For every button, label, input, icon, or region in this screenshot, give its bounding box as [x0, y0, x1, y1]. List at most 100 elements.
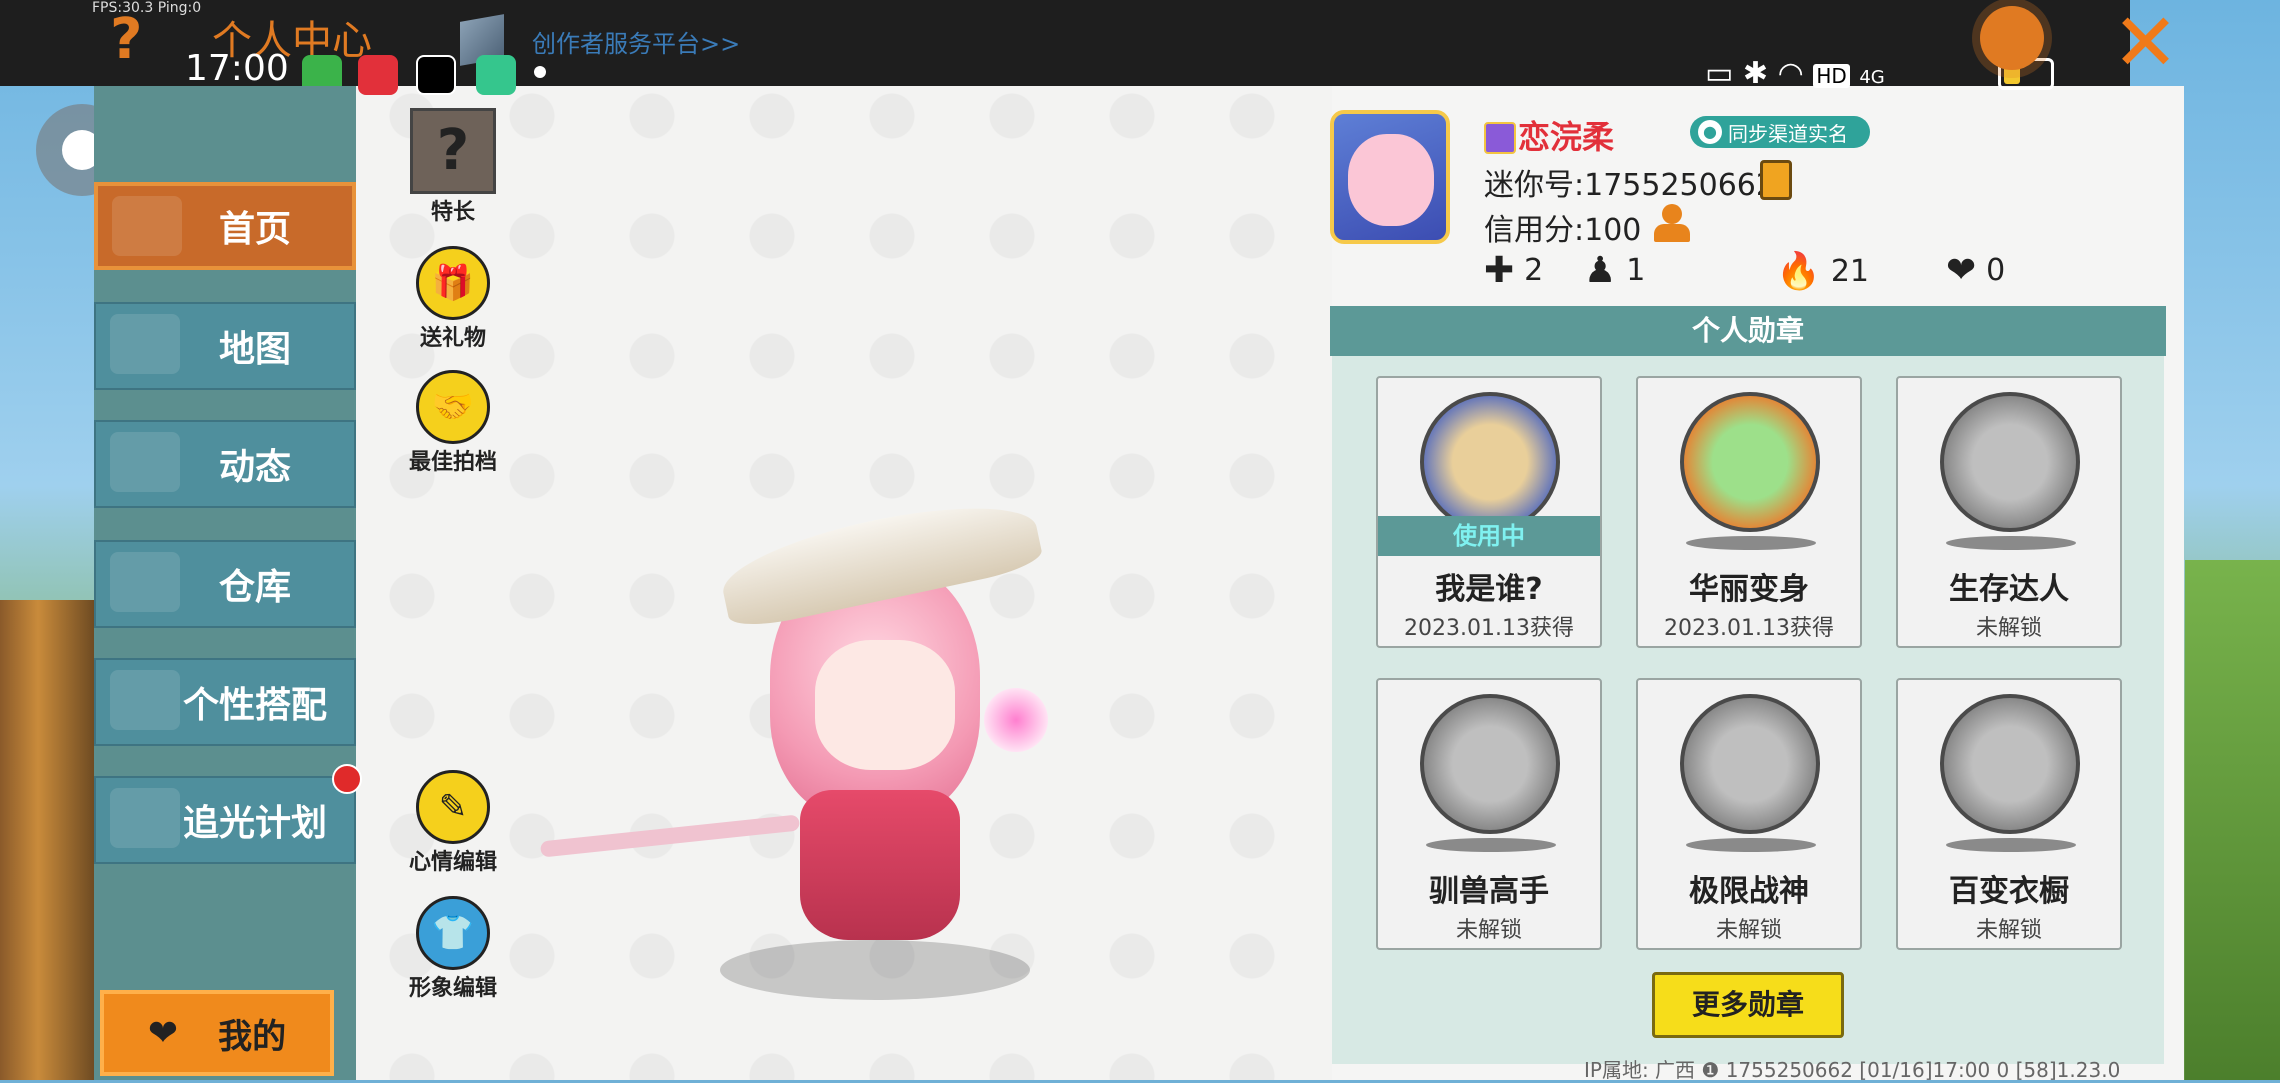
likes-count: 0 [1986, 253, 2006, 288]
sidebar-item-light-plan[interactable]: 追光计划 [94, 776, 356, 864]
medal-card[interactable]: 极限战神 未解锁 [1636, 678, 1862, 950]
sidebar-item-feed[interactable]: 动态 [94, 420, 356, 508]
boss-medal-icon [1680, 694, 1820, 834]
medal-name: 百变衣橱 [1949, 874, 2069, 909]
medal-card[interactable]: 驯兽高手 未解锁 [1376, 678, 1602, 950]
sidebar-item-outfit[interactable]: 个性搭配 [94, 658, 356, 746]
app-notification-icon [476, 55, 516, 95]
heart-icon: ❤ [147, 1012, 179, 1054]
sidebar-item-label: 追光计划 [182, 803, 327, 844]
sidebar-item-label: 仓库 [218, 567, 291, 608]
fans-count: 1 [1626, 253, 1646, 288]
medal-status: 未解锁 [1975, 616, 2042, 641]
medal-shadow [1946, 536, 2076, 550]
sync-real-name-button[interactable]: ● 同步渠道实名 [1690, 116, 1870, 148]
status-time: 17:00 [185, 48, 289, 89]
wardrobe-medal-icon [1940, 694, 2080, 834]
person-icon: ● [1698, 120, 1722, 144]
dinosaur-medal-icon [1680, 392, 1820, 532]
specialty-label: 特长 [430, 200, 475, 225]
screen-cast-icon: ▭ [1705, 56, 1734, 91]
sidebar-item-label: 动态 [218, 447, 291, 488]
medal-name: 华丽变身 [1689, 572, 1809, 607]
medal-status: 未解锁 [1715, 918, 1782, 943]
mine-button[interactable]: ❤ 我的 [100, 990, 334, 1076]
notification-badge [332, 764, 362, 794]
mood-edit-button[interactable]: ✎ 心情编辑 [388, 770, 518, 876]
friends-stat[interactable]: ✚ 2 [1484, 250, 1543, 291]
app-notification-icon [358, 55, 398, 95]
add-friend-icon: ✚ [1484, 250, 1515, 291]
background-grass-right [2185, 560, 2280, 1080]
sidebar-item-storage[interactable]: 仓库 [94, 540, 356, 628]
creator-platform-link[interactable]: 创作者服务平台>> [532, 24, 740, 59]
help-icon[interactable]: ? [110, 10, 158, 70]
character-face [815, 640, 955, 770]
specialty-button[interactable]: ? 特长 [388, 108, 518, 226]
footer-info: IP属地: 广西 ❶ 1755250662 [01/16]17:00 0 [58… [1584, 1058, 2121, 1082]
nickname: 恋浣柔 [1518, 118, 1615, 156]
in-use-badge: 使用中 [1378, 516, 1600, 556]
vip-badge-icon [1484, 122, 1516, 154]
credit-info-icon[interactable] [1652, 204, 1692, 244]
medal-status: 未解锁 [1455, 918, 1522, 943]
mini-id: 迷你号:1755250662 [1484, 168, 1775, 203]
send-gift-button[interactable]: 🎁 送礼物 [388, 246, 518, 352]
fans-icon: ♟ [1584, 250, 1617, 291]
appearance-edit-button[interactable]: 👕 形象编辑 [388, 896, 518, 1002]
best-partner-button[interactable]: 🤝 最佳拍档 [388, 370, 518, 476]
medal-status: 2023.01.13获得 [1404, 616, 1574, 641]
medal-status: 未解锁 [1975, 918, 2042, 943]
fans-stat[interactable]: ♟ 1 [1584, 250, 1645, 291]
medal-card[interactable]: 华丽变身 2023.01.13获得 [1636, 376, 1862, 648]
hearts-icon: ❤ [1946, 250, 1977, 291]
medal-card[interactable]: 使用中 我是谁? 2023.01.13获得 [1376, 376, 1602, 648]
gear-icon[interactable] [1980, 6, 2044, 70]
medal-card[interactable]: 百变衣橱 未解锁 [1896, 678, 2122, 950]
sidebar-item-map[interactable]: 地图 [94, 302, 356, 390]
credit-score: 信用分:100 [1484, 213, 1642, 248]
more-notifications-dot [534, 66, 546, 78]
fire-medal-icon [1940, 392, 2080, 532]
heart-orb-icon [984, 688, 1048, 752]
beast-medal-icon [1420, 694, 1560, 834]
edit-icon: ✎ [416, 770, 490, 844]
character-dress [800, 790, 960, 940]
more-medals-button[interactable]: 更多勋章 [1652, 972, 1844, 1038]
sidebar-item-label: 地图 [218, 329, 291, 370]
medal-shadow [1686, 838, 1816, 852]
likes-stat: ❤ 0 [1946, 250, 2005, 291]
copy-icon[interactable] [1760, 160, 1792, 200]
medal-name: 极限战神 [1689, 874, 1809, 909]
medal-card[interactable]: 生存达人 未解锁 [1896, 376, 2122, 648]
appearance-edit-label: 形象编辑 [408, 976, 497, 1001]
network-type: 4G [1859, 67, 1885, 88]
background-blocks-left [0, 600, 95, 1080]
send-gift-label: 送礼物 [419, 326, 486, 351]
sync-real-name-label: 同步渠道实名 [1728, 121, 1848, 146]
friends-count: 2 [1524, 253, 1544, 288]
mood-edit-label: 心情编辑 [408, 850, 497, 875]
medal-shadow [1686, 536, 1816, 550]
medal-shadow [1946, 838, 2076, 852]
bluetooth-icon: ✱ [1742, 56, 1769, 91]
avatar[interactable] [1330, 110, 1450, 244]
medal-panel-title: 个人勋章 [1330, 306, 2166, 356]
medal-name: 生存达人 [1949, 572, 2069, 607]
sidebar-item-label: 首页 [218, 209, 291, 250]
popularity-count: 21 [1830, 253, 1870, 289]
flame-icon: 🔥 [1776, 251, 1821, 292]
clothes-icon: 👕 [416, 896, 490, 970]
app-notification-icon [416, 55, 456, 95]
sidebar-item-home[interactable]: 首页 [94, 182, 356, 270]
mine-button-label: 我的 [218, 1016, 287, 1057]
close-icon[interactable]: ✕ [2112, 0, 2179, 89]
hd-badge: HD [1813, 64, 1850, 88]
best-partner-label: 最佳拍档 [408, 450, 497, 475]
popularity-stat: 🔥 21 [1776, 250, 1869, 292]
wifi-icon: ◠ [1777, 56, 1804, 91]
character-shadow [720, 940, 1030, 1000]
system-status-icons: ▭ ✱ ◠ HD 4G [1705, 56, 1885, 91]
handshake-icon: 🤝 [416, 370, 490, 444]
medal-status: 2023.01.13获得 [1664, 616, 1834, 641]
